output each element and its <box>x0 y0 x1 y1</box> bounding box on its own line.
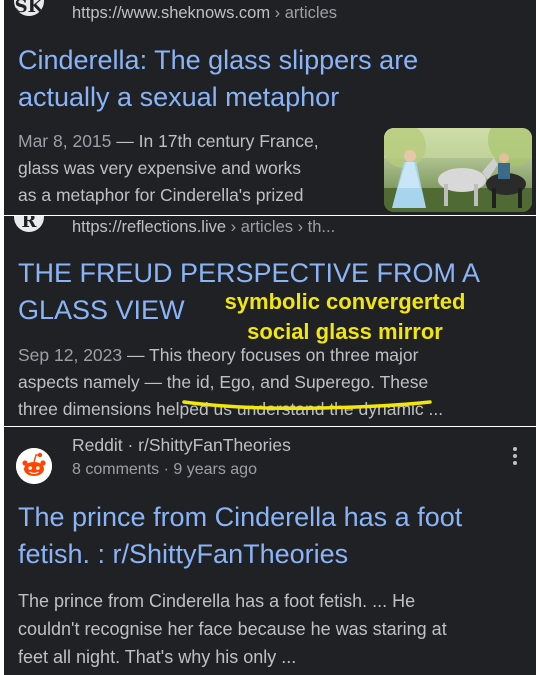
annotation-text: symbolic convergerted social glass mirro… <box>204 287 486 347</box>
title-line: actually a sexual metaphor <box>18 82 340 112</box>
sheknows-favicon-icon[interactable]: SK <box>14 0 44 16</box>
snippet-line: aspects namely — the id, Ego, and Supere… <box>18 372 429 392</box>
result-thumbnail[interactable] <box>384 128 532 212</box>
snippet-line: as a metaphor for Cinderella's prized <box>18 185 304 205</box>
search-result-reddit: Reddit · r/ShittyFanTheories 8 comments … <box>4 427 536 675</box>
reflections-favicon-icon[interactable]: R <box>14 216 44 232</box>
title-line: The prince from Cinderella has a foot <box>18 502 463 532</box>
title-line: fetish. : r/ShittyFanTheories <box>18 539 349 569</box>
cinderella-prince-horses-thumbnail <box>384 128 532 212</box>
snippet-line: Mar 8, 2015 — In 17th century France, <box>18 131 319 151</box>
title-line: Cinderella: The glass slippers are <box>18 45 419 75</box>
url-path: › articles › th... <box>226 218 336 236</box>
result-title[interactable]: The prince from Cinderella has a foot fe… <box>18 499 462 573</box>
result-url[interactable]: https://www.sheknows.com › articles <box>72 4 337 23</box>
result-title[interactable]: Cinderella: The glass slippers are actua… <box>18 42 418 116</box>
snippet-line: glass was very expensive and works <box>18 158 302 178</box>
url-host: https://reflections.live <box>72 218 227 236</box>
url-host: https://www.sheknows.com <box>72 4 271 22</box>
annotation-underline <box>182 400 432 410</box>
annotation-line: social glass mirror <box>247 319 443 344</box>
reddit-logo-icon[interactable] <box>16 448 52 484</box>
result-date: Sep 12, 2023 <box>18 345 123 365</box>
snippet-line: couldn't recognise her face because he w… <box>18 619 447 639</box>
annotation-line: symbolic convergerted <box>224 289 466 314</box>
url-path: › articles <box>270 4 338 22</box>
snippet-line: The prince from Cinderella has a foot fe… <box>18 591 416 611</box>
more-options-icon[interactable] <box>511 445 519 467</box>
snippet-line: feet all night. That's why his only ... <box>18 647 297 667</box>
search-result-sheknows: SK https://www.sheknows.com › articles C… <box>4 0 536 215</box>
result-url[interactable]: https://reflections.live › articles › th… <box>72 218 335 237</box>
result-source[interactable]: Reddit · r/ShittyFanTheories <box>72 435 291 456</box>
result-meta: 8 comments · 9 years ago <box>72 461 257 478</box>
result-snippet: The prince from Cinderella has a foot fe… <box>18 587 536 671</box>
result-date: Mar 8, 2015 <box>18 131 112 151</box>
result-snippet: Mar 8, 2015 — In 17th century France, gl… <box>18 128 378 209</box>
